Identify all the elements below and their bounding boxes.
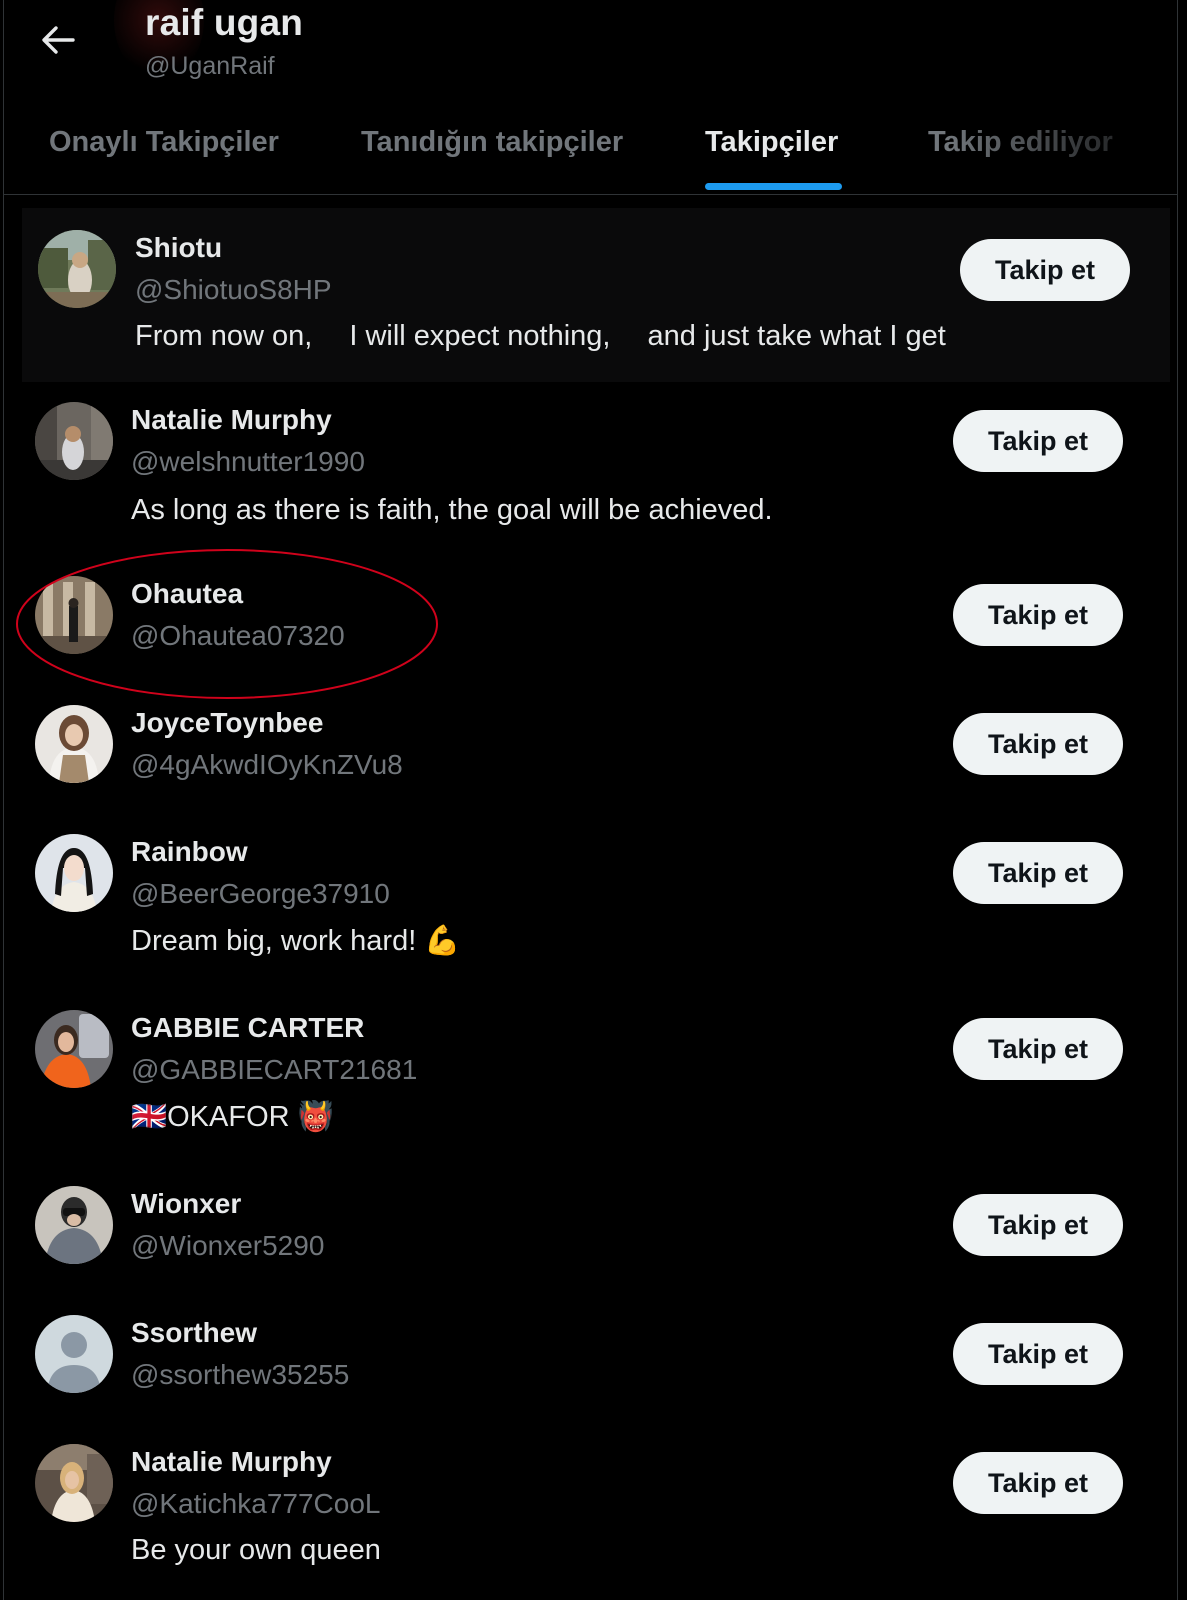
- avatar[interactable]: [35, 834, 113, 912]
- avatar[interactable]: [35, 1444, 113, 1522]
- user-name[interactable]: JoyceToynbee: [131, 707, 323, 739]
- follow-button[interactable]: Takip et: [953, 713, 1123, 775]
- list-item[interactable]: Rainbow @BeerGeorge37910 Dream big, work…: [4, 818, 1177, 990]
- avatar[interactable]: [35, 1186, 113, 1264]
- tab-followers-you-know[interactable]: Tanıdığın takipçiler: [361, 126, 623, 159]
- user-handle[interactable]: @Katichka777CooL: [131, 1488, 380, 1520]
- follow-button[interactable]: Takip et: [953, 1452, 1123, 1514]
- user-bio: Dream big, work hard! 💪: [131, 925, 461, 957]
- follow-button[interactable]: Takip et: [953, 1323, 1123, 1385]
- user-handle[interactable]: @welshnutter1990: [131, 446, 365, 478]
- user-handle[interactable]: @4gAkwdIOyKnZVu8: [131, 749, 403, 781]
- list-item[interactable]: Ssorthew @ssorthew35255 Takip et: [4, 1299, 1177, 1425]
- follow-button[interactable]: Takip et: [953, 1194, 1123, 1256]
- list-item[interactable]: Natalie Murphy @welshnutter1990 As long …: [4, 386, 1177, 556]
- avatar[interactable]: [38, 230, 116, 308]
- active-tab-indicator: [705, 183, 842, 190]
- avatar[interactable]: [35, 576, 113, 654]
- default-avatar[interactable]: [35, 1315, 113, 1393]
- user-handle[interactable]: @ShiotuoS8HP: [135, 274, 332, 306]
- user-bio: 🇬🇧OKAFOR 👹: [131, 1101, 334, 1133]
- avatar[interactable]: [35, 402, 113, 480]
- back-button[interactable]: [34, 18, 82, 62]
- avatar[interactable]: [35, 705, 113, 783]
- list-item[interactable]: Natalie Murphy @Katichka777CooL Be your …: [4, 1428, 1177, 1600]
- user-name[interactable]: Shiotu: [135, 232, 222, 264]
- user-name[interactable]: Natalie Murphy: [131, 1446, 332, 1478]
- user-bio: From now on, I will expect nothing, and …: [135, 320, 946, 352]
- user-bio: As long as there is faith, the goal will…: [131, 494, 773, 526]
- user-name[interactable]: Wionxer: [131, 1188, 241, 1220]
- arrow-left-icon: [42, 26, 75, 54]
- tab-bar: Onaylı Takipçiler Tanıdığın takipçiler T…: [4, 110, 1177, 194]
- follow-button[interactable]: Takip et: [960, 239, 1130, 301]
- list-item[interactable]: Wionxer @Wionxer5290 Takip et: [4, 1170, 1177, 1296]
- list-item[interactable]: GABBIE CARTER @GABBIECART21681 🇬🇧OKAFOR …: [4, 994, 1177, 1166]
- user-name[interactable]: Ohautea: [131, 578, 243, 610]
- tab-verified-followers[interactable]: Onaylı Takipçiler: [49, 126, 279, 159]
- list-item[interactable]: JoyceToynbee @4gAkwdIOyKnZVu8 Takip et: [4, 689, 1177, 815]
- follow-button[interactable]: Takip et: [953, 584, 1123, 646]
- tab-followers[interactable]: Takipçiler: [705, 126, 838, 159]
- follow-button[interactable]: Takip et: [953, 842, 1123, 904]
- user-name[interactable]: GABBIE CARTER: [131, 1012, 364, 1044]
- profile-handle: @UganRaif: [145, 52, 275, 80]
- user-name[interactable]: Natalie Murphy: [131, 404, 332, 436]
- user-handle[interactable]: @BeerGeorge37910: [131, 878, 390, 910]
- user-name[interactable]: Rainbow: [131, 836, 248, 868]
- tab-following[interactable]: Takip ediliyor: [928, 126, 1113, 159]
- user-handle[interactable]: @ssorthew35255: [131, 1359, 349, 1391]
- user-handle[interactable]: @GABBIECART21681: [131, 1054, 417, 1086]
- list-item[interactable]: Shiotu @ShiotuoS8HP From now on, I will …: [22, 208, 1170, 382]
- follow-button[interactable]: Takip et: [953, 1018, 1123, 1080]
- avatar[interactable]: [35, 1010, 113, 1088]
- user-handle[interactable]: @Wionxer5290: [131, 1230, 324, 1262]
- user-name[interactable]: Ssorthew: [131, 1317, 257, 1349]
- list-item[interactable]: Ohautea @Ohautea07320 Takip et: [4, 560, 1177, 686]
- user-handle[interactable]: @Ohautea07320: [131, 620, 345, 652]
- follow-button[interactable]: Takip et: [953, 410, 1123, 472]
- profile-header: raif ugan @UganRaif Onaylı Takipçiler Ta…: [4, 0, 1177, 195]
- default-user-icon: [35, 1315, 113, 1393]
- user-bio: Be your own queen: [131, 1534, 381, 1566]
- page-title: raif ugan: [145, 2, 304, 43]
